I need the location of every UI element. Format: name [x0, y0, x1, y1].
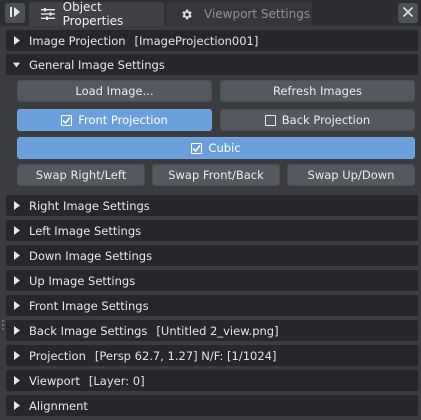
section-down-image-settings[interactable]: Down Image Settings: [6, 245, 418, 266]
section-alignment[interactable]: Alignment: [6, 395, 418, 416]
section-info: [Untitled 2_view.png]: [156, 323, 279, 338]
section-label: Right Image Settings: [29, 198, 150, 213]
refresh-images-button[interactable]: Refresh Images: [220, 80, 415, 102]
expand-arrow-icon: [13, 201, 20, 210]
section-back-image-settings[interactable]: Back Image Settings [Untitled 2_view.png…: [6, 320, 418, 341]
button-label: Swap Front/Back: [168, 168, 264, 182]
swap-up-down-button[interactable]: Swap Up/Down: [287, 164, 415, 186]
grip-dot: [2, 324, 4, 326]
close-icon: [402, 6, 414, 21]
checkbox-unchecked-icon: [264, 114, 276, 126]
button-label: Back Projection: [281, 113, 371, 127]
button-label: Cubic: [208, 141, 241, 155]
checkbox-checked-icon: [191, 142, 203, 154]
button-label: Swap Up/Down: [307, 168, 395, 182]
section-left-image-settings[interactable]: Left Image Settings: [6, 220, 418, 241]
load-image-button[interactable]: Load Image...: [17, 80, 212, 102]
section-label: General Image Settings: [29, 57, 165, 72]
expand-arrow-icon: [13, 301, 20, 310]
section-label: Left Image Settings: [29, 223, 142, 238]
tab-viewport-settings[interactable]: Viewport Settings: [166, 2, 312, 26]
front-projection-toggle[interactable]: Front Projection: [17, 109, 212, 131]
section-label: Front Image Settings: [29, 298, 149, 313]
collapse-arrow-icon: [13, 60, 20, 69]
section-front-image-settings[interactable]: Front Image Settings: [6, 295, 418, 316]
gear-icon: [178, 6, 194, 22]
expand-arrow-icon: [13, 351, 20, 360]
grip-dot: [2, 320, 4, 322]
section-up-image-settings[interactable]: Up Image Settings: [6, 270, 418, 291]
expand-arrow-icon: [13, 401, 20, 410]
tab-bar: Object Properties Viewport Settings: [0, 0, 421, 28]
pin-panel-icon: [9, 6, 21, 21]
sliders-icon: [40, 6, 56, 22]
expand-arrow-icon: [13, 251, 20, 260]
section-info: [Persp 62.7, 1.27] N/F: [1/1024]: [94, 348, 277, 363]
checkbox-checked-icon: [61, 114, 73, 126]
expand-arrow-icon: [13, 226, 20, 235]
section-label: Image Projection: [29, 33, 126, 48]
swap-right-left-button[interactable]: Swap Right/Left: [17, 164, 145, 186]
button-label: Front Projection: [78, 113, 168, 127]
section-label: Up Image Settings: [29, 273, 136, 288]
section-right-image-settings[interactable]: Right Image Settings: [6, 195, 418, 216]
panel-resize-grip[interactable]: [2, 320, 4, 332]
section-label: Projection: [29, 348, 86, 363]
button-label: Load Image...: [75, 84, 154, 98]
section-label: Down Image Settings: [29, 248, 153, 263]
back-projection-toggle[interactable]: Back Projection: [220, 109, 415, 131]
expand-arrow-icon: [13, 276, 20, 285]
tab-object-properties[interactable]: Object Properties: [29, 0, 164, 28]
close-panel-button[interactable]: [398, 3, 418, 23]
section-label: Alignment: [29, 398, 88, 413]
button-label: Swap Right/Left: [35, 168, 127, 182]
button-label: Refresh Images: [272, 84, 363, 98]
pin-panel-button[interactable]: [5, 3, 25, 23]
section-label: Viewport: [29, 373, 80, 388]
section-projection[interactable]: Projection [Persp 62.7, 1.27] N/F: [1/10…: [6, 345, 418, 366]
section-viewport[interactable]: Viewport [Layer: 0]: [6, 370, 418, 391]
expand-arrow-icon: [13, 36, 20, 45]
tab-label: Object Properties: [62, 0, 124, 28]
section-info: [Layer: 0]: [88, 373, 145, 388]
tab-label: Viewport Settings: [204, 7, 311, 21]
expand-arrow-icon: [13, 376, 20, 385]
section-image-projection[interactable]: Image Projection [ImageProjection001]: [6, 30, 418, 51]
section-info: [ImageProjection001]: [134, 33, 259, 48]
cubic-toggle[interactable]: Cubic: [17, 137, 415, 159]
swap-front-back-button[interactable]: Swap Front/Back: [152, 164, 280, 186]
grip-dot: [2, 328, 4, 330]
section-general-image-settings[interactable]: General Image Settings: [6, 54, 418, 75]
expand-arrow-icon: [13, 326, 20, 335]
object-properties-panel: Object Properties Viewport Settings Imag…: [0, 0, 421, 420]
section-label: Back Image Settings: [29, 323, 148, 338]
